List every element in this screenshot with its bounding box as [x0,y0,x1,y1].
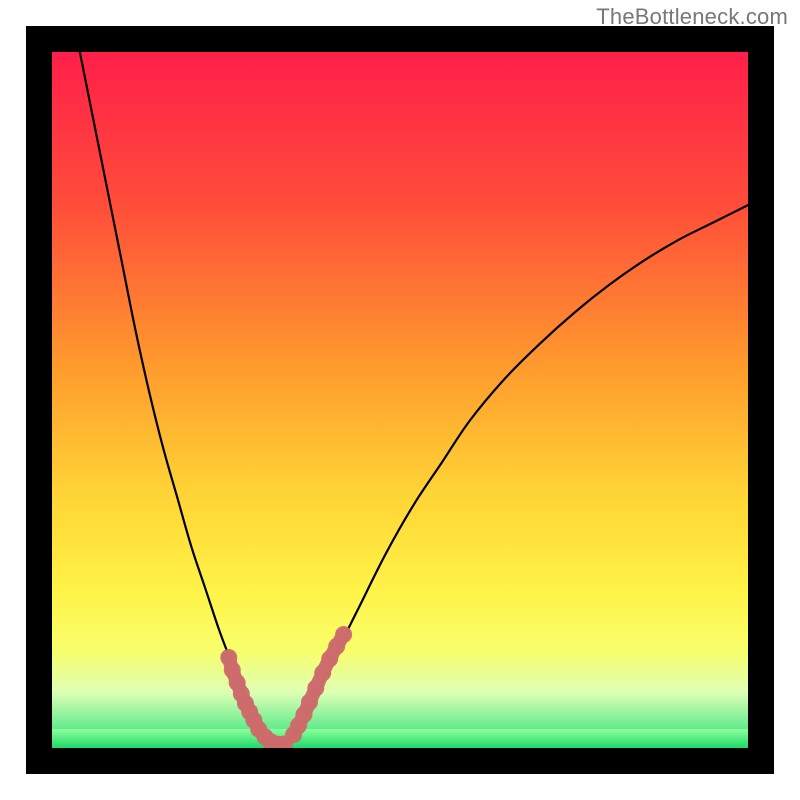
plot-area [52,52,748,748]
chart-curves [52,52,748,748]
marker-dot [307,680,324,697]
chart-frame [26,26,774,774]
series-right-curve [285,205,748,744]
watermark-text: TheBottleneck.com [596,4,788,30]
marker-dot [335,626,352,643]
series-left-curve [80,52,273,745]
